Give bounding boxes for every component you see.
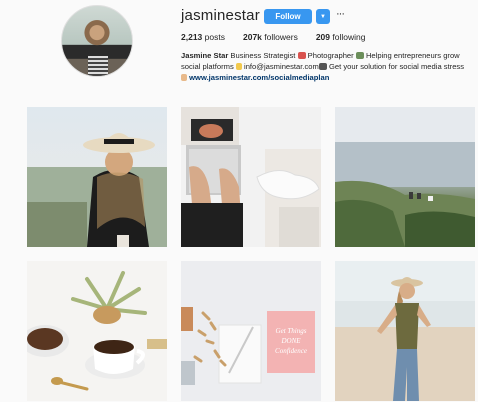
following-label: following bbox=[332, 32, 366, 42]
followers-label: followers bbox=[264, 32, 298, 42]
following-stat[interactable]: 209 following bbox=[316, 32, 366, 42]
post-thumbnail-3[interactable] bbox=[335, 107, 475, 247]
followers-count: 207k bbox=[242, 32, 262, 42]
pointing-down-emoji-icon bbox=[181, 74, 187, 81]
post-grid: Get Things DONE Confidence bbox=[27, 107, 476, 401]
sparkles-emoji-icon bbox=[235, 63, 242, 70]
post-2-image bbox=[181, 107, 321, 247]
posts-label: posts bbox=[204, 32, 225, 42]
bio-text-2: Photographer bbox=[307, 51, 354, 60]
bio-link[interactable]: www.jasminestar.com/socialmediaplan bbox=[189, 73, 329, 82]
profile-username: jasminestar bbox=[181, 7, 260, 24]
post-5-image: Get Things DONE Confidence bbox=[181, 261, 321, 401]
profile-bio: Jasmine Star Business Strategist Photogr… bbox=[181, 50, 471, 83]
camera-emoji-icon bbox=[297, 52, 306, 59]
post-3-image bbox=[335, 107, 475, 247]
bio-text-1: Business Strategist bbox=[230, 51, 296, 60]
chevron-down-icon: ▼ bbox=[320, 13, 326, 20]
display-name: Jasmine Star bbox=[181, 51, 229, 60]
followers-stat[interactable]: 207k followers bbox=[243, 32, 298, 42]
picture-emoji-icon bbox=[355, 52, 364, 59]
posts-count: 2,213 bbox=[181, 32, 203, 42]
following-count: 209 bbox=[315, 32, 331, 42]
svg-text:DONE: DONE bbox=[280, 337, 301, 345]
follow-button[interactable]: Follow bbox=[264, 9, 312, 24]
profile-stats: 2,213 posts 207k followers 209 following bbox=[181, 32, 365, 42]
post-thumbnail-1[interactable] bbox=[27, 107, 167, 247]
suggested-dropdown-button[interactable]: ▼ bbox=[316, 9, 330, 24]
post-thumbnail-6[interactable] bbox=[335, 261, 475, 401]
profile-avatar[interactable] bbox=[61, 5, 133, 77]
post-4-image bbox=[27, 261, 167, 401]
post-6-image bbox=[335, 261, 475, 401]
svg-text:Get Things: Get Things bbox=[276, 327, 307, 335]
post-thumbnail-5[interactable]: Get Things DONE Confidence bbox=[181, 261, 321, 401]
posts-stat: 2,213 posts bbox=[181, 32, 225, 42]
avatar-photo-detail bbox=[88, 56, 108, 76]
post-1-image bbox=[27, 133, 167, 247]
post-thumbnail-4[interactable] bbox=[27, 261, 167, 401]
svg-text:Confidence: Confidence bbox=[275, 347, 307, 355]
bio-email: info@jasminestar.com bbox=[244, 62, 319, 71]
more-options-icon[interactable]: ··· bbox=[336, 8, 345, 20]
post-thumbnail-2[interactable] bbox=[181, 107, 321, 247]
bio-text-4: Get your solution for social media stres… bbox=[328, 62, 465, 71]
phone-emoji-icon bbox=[318, 63, 327, 70]
